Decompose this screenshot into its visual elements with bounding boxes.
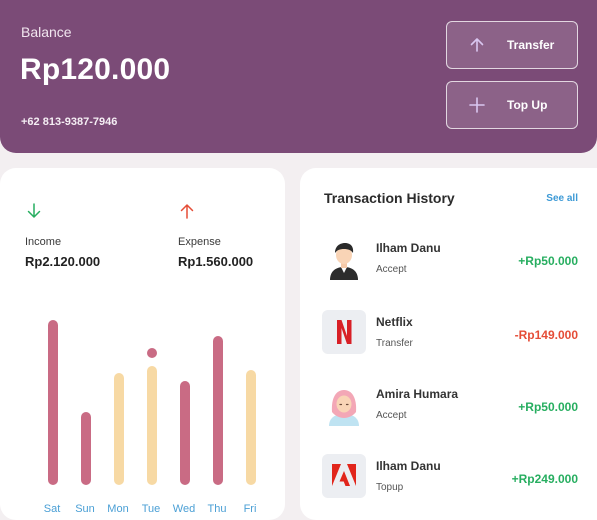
arrow-up-icon	[178, 202, 196, 220]
man-avatar-icon	[322, 236, 366, 280]
arrow-up-icon	[447, 37, 507, 53]
transaction-status: Transfer	[376, 338, 413, 349]
transaction-amount: +Rp249.000	[511, 472, 578, 486]
transaction-status: Accept	[376, 410, 407, 421]
income-value: Rp2.120.000	[25, 254, 101, 269]
transaction-name: Ilham Danu	[376, 241, 441, 255]
top-up-button-label: Top Up	[507, 98, 548, 112]
transaction-name: Netflix	[376, 315, 413, 329]
bar-sat	[48, 320, 58, 485]
income-label: Income	[25, 236, 62, 248]
balance-card: Balance Rp120.000 +62 813-9387-7946 Tran…	[0, 0, 597, 153]
bar-column-fri: Fri	[233, 305, 267, 515]
bar-mon	[114, 373, 124, 485]
transaction-item[interactable]: Amira Humara Accept +Rp50.000	[322, 382, 580, 428]
day-label: Thu	[207, 503, 227, 515]
day-label: Sat	[43, 503, 61, 515]
balance-amount: Rp120.000	[20, 53, 171, 86]
bar-column-thu: Thu	[200, 305, 234, 515]
netflix-logo-icon	[322, 310, 366, 354]
transaction-amount: +Rp50.000	[518, 400, 578, 414]
day-label: Mon	[107, 503, 129, 515]
transaction-item[interactable]: Ilham Danu Accept +Rp50.000	[322, 236, 580, 282]
see-all-link[interactable]: See all	[546, 193, 578, 204]
expense-stat: Expense Rp1.560.000	[178, 202, 253, 269]
bar-column-wed: Wed	[167, 305, 201, 515]
bar-column-mon: Mon	[101, 305, 135, 515]
day-label: Tue	[141, 503, 161, 515]
bar-highlight-dot	[147, 348, 157, 358]
history-title: Transaction History	[324, 190, 455, 206]
transaction-name: Ilham Danu	[376, 459, 441, 473]
day-label: Sun	[75, 503, 95, 515]
bar-tue	[147, 366, 157, 485]
transaction-history-panel: Transaction History See all Ilham Danu A…	[300, 168, 597, 520]
transaction-item[interactable]: Netflix Transfer -Rp149.000	[322, 310, 580, 356]
transaction-amount: +Rp50.000	[518, 254, 578, 268]
transfer-button[interactable]: Transfer	[446, 21, 578, 69]
transaction-amount: -Rp149.000	[514, 328, 578, 342]
bar-column-tue: Tue	[134, 305, 168, 515]
transfer-button-label: Transfer	[507, 38, 555, 52]
transaction-status: Topup	[376, 482, 404, 493]
balance-label: Balance	[21, 24, 72, 40]
expense-label: Expense	[178, 236, 221, 248]
bar-fri	[246, 370, 256, 485]
bar-thu	[213, 336, 223, 485]
top-up-button[interactable]: Top Up	[446, 81, 578, 129]
transaction-status: Accept	[376, 264, 407, 275]
phone-number: +62 813-9387-7946	[21, 116, 118, 128]
day-label: Fri	[243, 503, 257, 515]
weekly-bar-chart: Sat Sun Mon Tue Wed Thu Fri	[35, 305, 270, 520]
transaction-item[interactable]: Ilham Danu Topup +Rp249.000	[322, 454, 580, 500]
bar-sun	[81, 412, 91, 485]
transaction-name: Amira Humara	[376, 387, 459, 401]
day-label: Wed	[172, 503, 196, 515]
woman-hijab-avatar-icon	[322, 382, 366, 426]
bar-wed	[180, 381, 190, 485]
expense-value: Rp1.560.000	[178, 254, 254, 269]
bar-column-sun: Sun	[68, 305, 102, 515]
income-stat: Income Rp2.120.000	[25, 202, 100, 269]
bar-column-sat: Sat	[35, 305, 69, 515]
adobe-logo-icon	[322, 454, 366, 498]
plus-icon	[447, 97, 507, 113]
arrow-down-icon	[25, 202, 43, 220]
